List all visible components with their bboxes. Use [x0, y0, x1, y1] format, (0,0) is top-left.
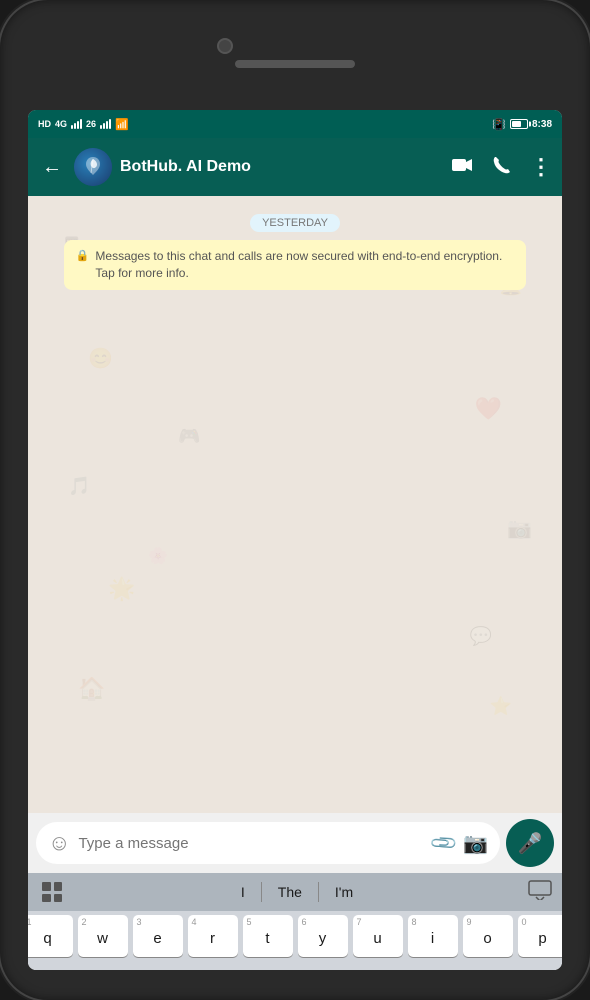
network-hd: HD	[38, 119, 51, 129]
key-o[interactable]: 9o	[463, 915, 513, 957]
key-p[interactable]: 0p	[518, 915, 563, 957]
key-u[interactable]: 7u	[353, 915, 403, 957]
suggestion-im[interactable]: I'm	[319, 880, 369, 904]
keyboard-rows: 1q 2w 3e 4r 5t 6y 7u 8i 9o 0p	[28, 911, 562, 970]
network-4g: 4G	[55, 119, 67, 129]
mic-button[interactable]: 🎤	[506, 819, 554, 867]
word-suggestions: I The I'm	[66, 880, 528, 904]
key-y[interactable]: 6y	[298, 915, 348, 957]
chat-header: ← BotHub. AI Demo	[28, 138, 562, 196]
phone-shell: HD 4G 26 📶 📳	[0, 0, 590, 1000]
time-display: 8:38	[532, 119, 552, 130]
bothub-logo	[81, 155, 105, 179]
message-input-wrapper: ☺ 📎 📷	[36, 822, 500, 864]
suggestion-the[interactable]: The	[262, 880, 318, 904]
emoji-button[interactable]: ☺	[48, 830, 70, 856]
avatar[interactable]	[74, 148, 112, 186]
header-icons: ⋮	[452, 154, 552, 180]
contact-info: BotHub. AI Demo	[120, 157, 444, 176]
video-call-button[interactable]	[452, 157, 474, 178]
keyboard-hide-button[interactable]	[528, 880, 552, 905]
front-camera	[217, 38, 233, 54]
number-row: 1q 2w 3e 4r 5t 6y 7u 8i 9o 0p	[32, 915, 558, 957]
network-26: 26	[86, 119, 96, 129]
encryption-text: Messages to this chat and calls are now …	[95, 248, 514, 282]
attachment-button[interactable]: 📎	[429, 828, 460, 859]
key-i[interactable]: 8i	[408, 915, 458, 957]
phone-screen: HD 4G 26 📶 📳	[28, 110, 562, 970]
status-left: HD 4G 26 📶	[38, 118, 129, 131]
voice-call-button[interactable]	[492, 155, 512, 180]
encryption-notice[interactable]: 🔒 Messages to this chat and calls are no…	[64, 240, 527, 290]
more-options-button[interactable]: ⋮	[530, 154, 552, 180]
date-badge: YESTERDAY	[250, 214, 340, 232]
mic-icon: 🎤	[518, 831, 543, 856]
keyboard: I The I'm 1q 2w 3e	[28, 873, 562, 970]
key-r[interactable]: 4r	[188, 915, 238, 957]
key-e[interactable]: 3e	[133, 915, 183, 957]
camera-button[interactable]: 📷	[463, 831, 488, 856]
vibrate-icon: 📳	[492, 118, 506, 131]
chat-area: 📱 🔔 😊 ❤️ 🎵 📷 🌟 💬 🔗 🎮 🌸 🏠 ⭐ YESTERDAY 🔒 M…	[28, 196, 562, 813]
signal-bars-1	[71, 119, 82, 129]
status-bar: HD 4G 26 📶 📳	[28, 110, 562, 138]
keyboard-toolbar: I The I'm	[28, 873, 562, 911]
back-button[interactable]: ←	[38, 152, 66, 183]
input-area: ☺ 📎 📷 🎤	[28, 813, 562, 873]
lock-icon: 🔒	[76, 249, 90, 264]
key-t[interactable]: 5t	[243, 915, 293, 957]
suggestion-i[interactable]: I	[225, 880, 261, 904]
key-q[interactable]: 1q	[28, 915, 73, 957]
status-right: 📳 8:38	[492, 118, 552, 131]
keyboard-grid-button[interactable]	[38, 878, 66, 906]
contact-name: BotHub. AI Demo	[120, 157, 444, 176]
battery-icon	[510, 119, 528, 129]
message-input[interactable]	[78, 835, 424, 852]
wifi-icon: 📶	[115, 118, 129, 131]
speaker	[235, 60, 355, 68]
signal-bars-2	[100, 119, 111, 129]
key-w[interactable]: 2w	[78, 915, 128, 957]
